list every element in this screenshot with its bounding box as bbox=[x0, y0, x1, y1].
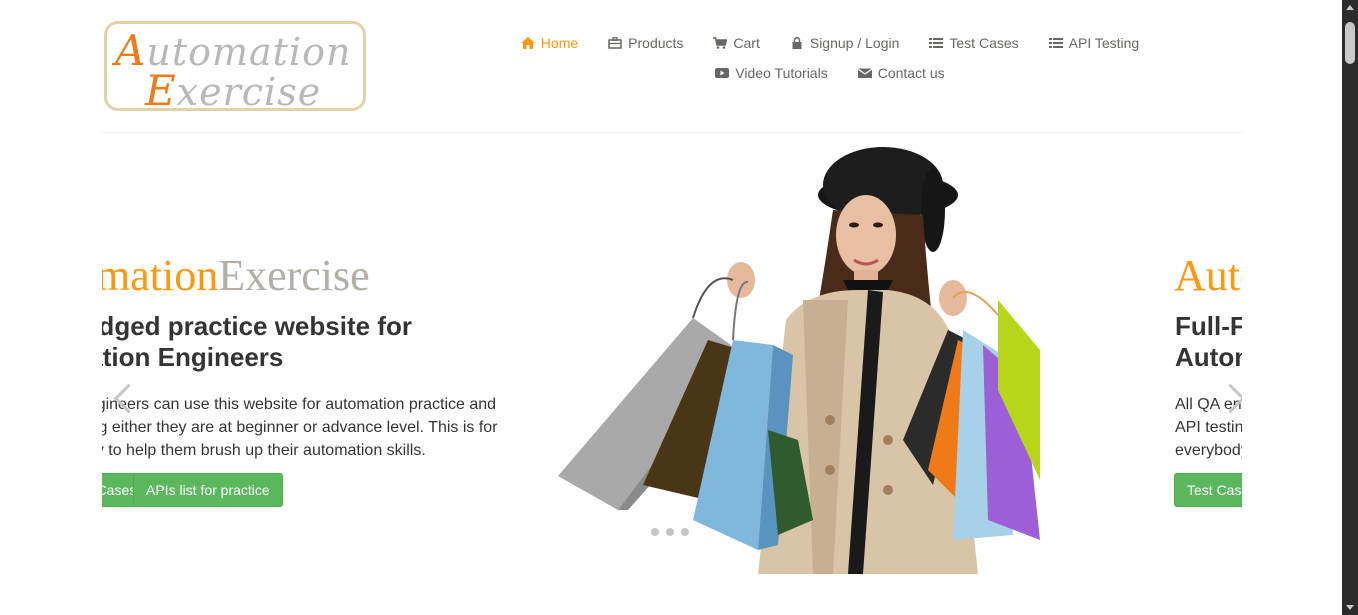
list-icon bbox=[1048, 37, 1063, 49]
next-slide-headline: Full-Fledged practice website for Automa… bbox=[1175, 311, 1242, 373]
site-logo[interactable]: Automation Exercise bbox=[104, 21, 366, 115]
carousel-dot[interactable] bbox=[651, 528, 659, 536]
nav-row-1: Home Products Cart Signup / Login Test C… bbox=[500, 28, 1160, 58]
nav-contact-us[interactable]: Contact us bbox=[857, 65, 945, 81]
slide-headline: Full-Fledged practice website for Automa… bbox=[102, 311, 412, 373]
main-nav: Home Products Cart Signup / Login Test C… bbox=[500, 28, 1160, 88]
nav-test-cases-label: Test Cases bbox=[949, 35, 1019, 51]
hero-carousel: AutomationExercise Full-Fledged practice… bbox=[102, 140, 1242, 580]
scrollbar-thumb[interactable] bbox=[1345, 22, 1355, 64]
nav-cart-label: Cart bbox=[733, 35, 760, 51]
header-divider bbox=[102, 132, 1242, 133]
scroll-up-arrow-icon[interactable] bbox=[1346, 5, 1354, 10]
next-slide-brand-automation: Automation bbox=[1174, 251, 1242, 300]
next-slide-desc-line-3: everybody to help them brush up their au… bbox=[1175, 442, 1242, 459]
apis-list-button[interactable]: APIs list for practice bbox=[133, 473, 283, 507]
nav-home[interactable]: Home bbox=[520, 35, 579, 51]
nav-test-cases[interactable]: Test Cases bbox=[929, 35, 1019, 51]
slide-description: All QA engineers can use this website fo… bbox=[102, 393, 498, 462]
nav-products[interactable]: Products bbox=[608, 35, 683, 51]
nav-api-testing[interactable]: API Testing bbox=[1048, 35, 1140, 51]
nav-video-tutorials-label: Video Tutorials bbox=[735, 65, 828, 81]
envelope-icon bbox=[857, 67, 872, 79]
nav-row-2: Video Tutorials Contact us bbox=[500, 58, 1160, 88]
next-slide-headline-line-1: Full-Fledged practice website for bbox=[1175, 311, 1242, 341]
nav-video-tutorials[interactable]: Video Tutorials bbox=[715, 65, 828, 81]
nav-signup-login-label: Signup / Login bbox=[809, 35, 900, 51]
slide-brand-exercise: Exercise bbox=[218, 251, 370, 300]
nav-home-label: Home bbox=[540, 35, 579, 51]
slide-desc-line-3: everybody to help them brush up their au… bbox=[102, 442, 426, 459]
next-slide-brand: Automation bbox=[1174, 250, 1242, 301]
slide-headline-line-1: Full-Fledged practice website for bbox=[102, 311, 412, 341]
carousel-dot[interactable] bbox=[681, 528, 689, 536]
slide-desc-line-2: API testing either they are at beginner … bbox=[102, 419, 498, 436]
next-slide-desc-line-2: API testing either they are at beginner … bbox=[1175, 419, 1242, 436]
next-test-cases-button[interactable]: Test Cases bbox=[1174, 473, 1242, 507]
lock-icon bbox=[790, 37, 804, 49]
slide-brand-automation: Automation bbox=[102, 251, 219, 300]
vertical-scrollbar[interactable] bbox=[1342, 0, 1358, 615]
scroll-down-arrow-icon[interactable] bbox=[1346, 605, 1354, 610]
youtube-icon bbox=[715, 67, 730, 79]
cart-icon bbox=[713, 37, 728, 49]
nav-contact-us-label: Contact us bbox=[877, 65, 945, 81]
nav-products-label: Products bbox=[628, 35, 684, 51]
list-icon bbox=[929, 37, 944, 49]
next-slide-headline-line-2: Automation Engineers bbox=[1175, 342, 1242, 372]
slide-headline-line-2: Automation Engineers bbox=[102, 342, 284, 372]
nav-api-testing-label: API Testing bbox=[1068, 35, 1140, 51]
nav-signup-login[interactable]: Signup / Login bbox=[790, 35, 900, 51]
carousel-indicators bbox=[651, 528, 689, 536]
slide-desc-line-1: All QA engineers can use this website fo… bbox=[102, 396, 497, 413]
slide-brand: AutomationExercise bbox=[102, 250, 370, 301]
briefcase-icon bbox=[608, 37, 622, 49]
carousel-dot[interactable] bbox=[666, 528, 674, 536]
hero-image-girl-with-shopping-bags bbox=[558, 140, 1040, 574]
logo-line-exercise: Exercise bbox=[145, 66, 322, 115]
nav-cart[interactable]: Cart bbox=[713, 35, 760, 51]
home-icon bbox=[520, 37, 535, 49]
